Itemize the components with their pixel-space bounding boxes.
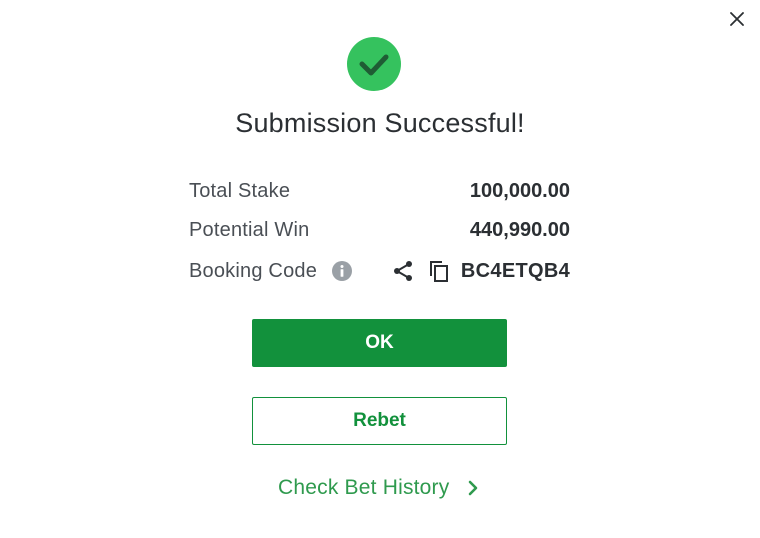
total-stake-value: 100,000.00 (469, 179, 570, 202)
copy-icon[interactable] (427, 259, 451, 283)
total-stake-row: Total Stake 100,000.00 (189, 176, 570, 206)
booking-code-row: Booking Code BC4ETQB4 (189, 256, 570, 286)
total-stake-label: Total Stake (189, 179, 291, 202)
submission-success-dialog: Submission Successful! Total Stake 100,0… (0, 0, 760, 538)
booking-code-label: Booking Code (189, 259, 318, 282)
info-icon[interactable] (331, 260, 353, 282)
dialog-title: Submission Successful! (235, 108, 525, 138)
rebet-button[interactable]: Rebet (252, 397, 507, 445)
potential-win-row: Potential Win 440,990.00 (189, 215, 570, 245)
check-circle-icon (347, 37, 401, 91)
share-icon[interactable] (391, 259, 415, 283)
potential-win-label: Potential Win (189, 218, 310, 241)
booking-code-value[interactable]: BC4ETQB4 (461, 260, 570, 283)
chevron-right-icon (465, 478, 481, 498)
check-bet-history-label: Check Bet History (278, 476, 450, 499)
check-bet-history-link[interactable]: Check Bet History (278, 472, 481, 504)
potential-win-value: 440,990.00 (469, 218, 570, 241)
ok-button[interactable]: OK (252, 319, 507, 367)
close-icon (730, 12, 744, 26)
close-button[interactable] (726, 8, 748, 30)
